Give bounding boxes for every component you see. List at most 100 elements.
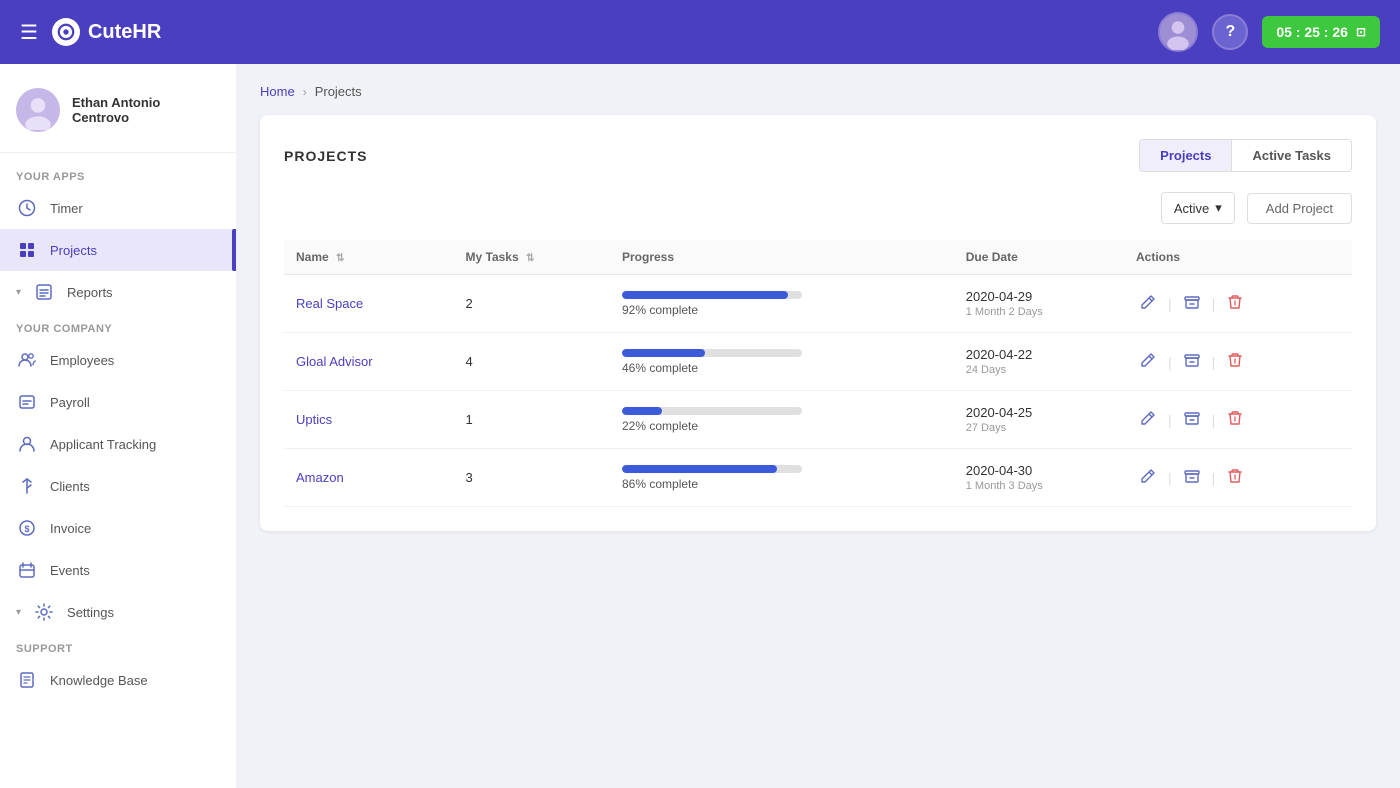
sidebar-user: Ethan Antonio Centrovo <box>0 80 236 153</box>
topnav: ☰ CuteHR ? 05 : 25 : 26 ⊡ <box>0 0 1400 64</box>
archive-icon <box>1184 410 1200 426</box>
edit-button[interactable] <box>1136 348 1160 375</box>
your-company-label: Your Company <box>0 313 236 339</box>
help-button[interactable]: ? <box>1212 14 1248 50</box>
timer-icon: ⊡ <box>1356 25 1366 39</box>
tab-projects[interactable]: Projects <box>1140 140 1231 171</box>
sidebar-item-payroll[interactable]: Payroll <box>0 381 236 423</box>
actions-cell: | | <box>1136 348 1340 375</box>
project-actions-cell: | | <box>1124 449 1352 507</box>
table-row: Amazon 3 86% complete 2020-04-30 1 Month… <box>284 449 1352 507</box>
employees-icon <box>16 349 38 371</box>
project-name-link[interactable]: Amazon <box>296 470 344 485</box>
project-tasks-cell: 1 <box>454 391 611 449</box>
project-progress-cell: 92% complete <box>610 275 954 333</box>
logo-icon <box>52 18 80 46</box>
sidebar-projects-label: Projects <box>50 243 220 258</box>
edit-icon <box>1140 352 1156 368</box>
col-name: Name ⇅ <box>284 240 454 275</box>
projects-header: PROJECTS Projects Active Tasks <box>284 139 1352 172</box>
clock-icon <box>16 197 38 219</box>
sidebar-item-events[interactable]: Events <box>0 549 236 591</box>
tab-active-tasks[interactable]: Active Tasks <box>1232 140 1351 171</box>
projects-table: Name ⇅ My Tasks ⇅ Progress Due Date Acti… <box>284 240 1352 507</box>
archive-button[interactable] <box>1180 406 1204 433</box>
sidebar-clients-label: Clients <box>50 479 220 494</box>
sidebar-item-reports[interactable]: ▾ Reports <box>0 271 236 313</box>
reports-chevron: ▾ <box>16 287 21 298</box>
add-project-button[interactable]: Add Project <box>1247 193 1352 224</box>
hamburger-icon[interactable]: ☰ <box>20 20 38 45</box>
project-due-date-cell: 2020-04-29 1 Month 2 Days <box>954 275 1124 333</box>
project-progress-cell: 46% complete <box>610 333 954 391</box>
project-name-cell: Uptics <box>284 391 454 449</box>
archive-button[interactable] <box>1180 348 1204 375</box>
actions-cell: | | <box>1136 290 1340 317</box>
breadcrumb-home[interactable]: Home <box>260 84 295 99</box>
delete-button[interactable] <box>1223 290 1247 317</box>
svg-text:$: $ <box>24 524 29 534</box>
progress-bar-track <box>622 407 802 415</box>
due-subtext: 1 Month 3 Days <box>966 480 1112 492</box>
project-tasks-cell: 2 <box>454 275 611 333</box>
project-name-link[interactable]: Uptics <box>296 412 332 427</box>
col-actions: Actions <box>1124 240 1352 275</box>
user-avatar[interactable] <box>1158 12 1198 52</box>
progress-bar-container: 92% complete <box>622 291 942 317</box>
name-sort-icon[interactable]: ⇅ <box>336 253 344 264</box>
project-name-link[interactable]: Gloal Advisor <box>296 354 373 369</box>
invoice-icon: $ <box>16 517 38 539</box>
archive-icon <box>1184 294 1200 310</box>
archive-icon <box>1184 352 1200 368</box>
edit-button[interactable] <box>1136 464 1160 491</box>
action-divider: | <box>1168 412 1172 428</box>
edit-icon <box>1140 294 1156 310</box>
project-name-link[interactable]: Real Space <box>296 296 363 311</box>
sidebar-item-knowledge-base[interactable]: Knowledge Base <box>0 659 236 701</box>
due-date: 2020-04-30 <box>966 463 1112 478</box>
sidebar-item-applicant-tracking[interactable]: Applicant Tracking <box>0 423 236 465</box>
projects-card: PROJECTS Projects Active Tasks Active ▾ … <box>260 115 1376 531</box>
archive-button[interactable] <box>1180 290 1204 317</box>
progress-bar-track <box>622 291 802 299</box>
sidebar-name-line1: Ethan Antonio <box>72 95 160 110</box>
table-row: Real Space 2 92% complete 2020-04-29 1 M… <box>284 275 1352 333</box>
progress-label: 92% complete <box>622 303 942 317</box>
table-row: Gloal Advisor 4 46% complete 2020-04-22 … <box>284 333 1352 391</box>
action-divider-2: | <box>1212 354 1216 370</box>
action-divider-2: | <box>1212 296 1216 312</box>
tasks-sort-icon[interactable]: ⇅ <box>526 253 534 264</box>
sidebar-item-employees[interactable]: Employees <box>0 339 236 381</box>
project-actions-cell: | | <box>1124 391 1352 449</box>
breadcrumb: Home › Projects <box>260 84 1376 99</box>
sidebar-item-projects[interactable]: Projects <box>0 229 236 271</box>
delete-button[interactable] <box>1223 464 1247 491</box>
project-name-cell: Real Space <box>284 275 454 333</box>
sidebar-item-timer[interactable]: Timer <box>0 187 236 229</box>
progress-bar-fill <box>622 465 777 473</box>
project-actions-cell: | | <box>1124 275 1352 333</box>
clients-icon <box>16 475 38 497</box>
col-progress: Progress <box>610 240 954 275</box>
edit-button[interactable] <box>1136 406 1160 433</box>
edit-button[interactable] <box>1136 290 1160 317</box>
delete-button[interactable] <box>1223 406 1247 433</box>
archive-button[interactable] <box>1180 464 1204 491</box>
progress-label: 22% complete <box>622 419 942 433</box>
delete-icon <box>1227 294 1243 310</box>
sidebar-item-invoice[interactable]: $ Invoice <box>0 507 236 549</box>
sidebar-employees-label: Employees <box>50 353 220 368</box>
delete-icon <box>1227 352 1243 368</box>
reports-icon <box>33 281 55 303</box>
delete-icon <box>1227 468 1243 484</box>
support-label: Support <box>0 633 236 659</box>
sidebar-item-settings[interactable]: ▾ Settings <box>0 591 236 633</box>
delete-button[interactable] <box>1223 348 1247 375</box>
sidebar-item-clients[interactable]: Clients <box>0 465 236 507</box>
due-date: 2020-04-25 <box>966 405 1112 420</box>
due-subtext: 27 Days <box>966 422 1112 434</box>
progress-bar-container: 46% complete <box>622 349 942 375</box>
progress-bar-fill <box>622 407 662 415</box>
timer-button[interactable]: 05 : 25 : 26 ⊡ <box>1262 16 1380 48</box>
status-dropdown[interactable]: Active ▾ <box>1161 192 1235 224</box>
